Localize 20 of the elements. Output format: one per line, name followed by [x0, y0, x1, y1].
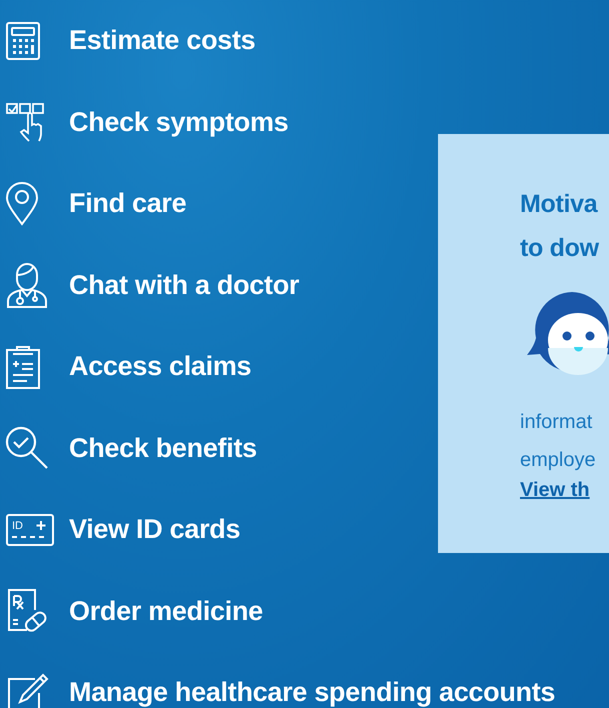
- action-link[interactable]: Find care: [69, 188, 186, 220]
- location-pin-icon: [5, 182, 39, 226]
- action-link[interactable]: Check symptoms: [69, 106, 288, 138]
- action-link[interactable]: View ID cards: [69, 514, 240, 546]
- doctor-icon: [5, 261, 49, 310]
- action-link[interactable]: Order medicine: [69, 596, 263, 627]
- action-link[interactable]: Manage healthcare spending accounts: [69, 677, 556, 708]
- clipboard-icon: [5, 344, 41, 390]
- card-heading: Motiva to dow: [520, 188, 600, 264]
- action-link[interactable]: Check benefits: [69, 432, 257, 464]
- action-link[interactable]: Access claims: [69, 351, 252, 382]
- edit-document-icon: [5, 672, 49, 708]
- card-body-text: informat employe: [520, 410, 597, 472]
- prescription-pill-icon: [5, 588, 49, 634]
- calculator-icon: [5, 20, 41, 61]
- chat-mascot-icon: [526, 290, 609, 376]
- action-link[interactable]: Estimate costs: [69, 25, 256, 56]
- view-link[interactable]: View th: [520, 478, 590, 502]
- id-label: ID: [12, 520, 23, 532]
- action-link[interactable]: Chat with a doctor: [69, 270, 300, 301]
